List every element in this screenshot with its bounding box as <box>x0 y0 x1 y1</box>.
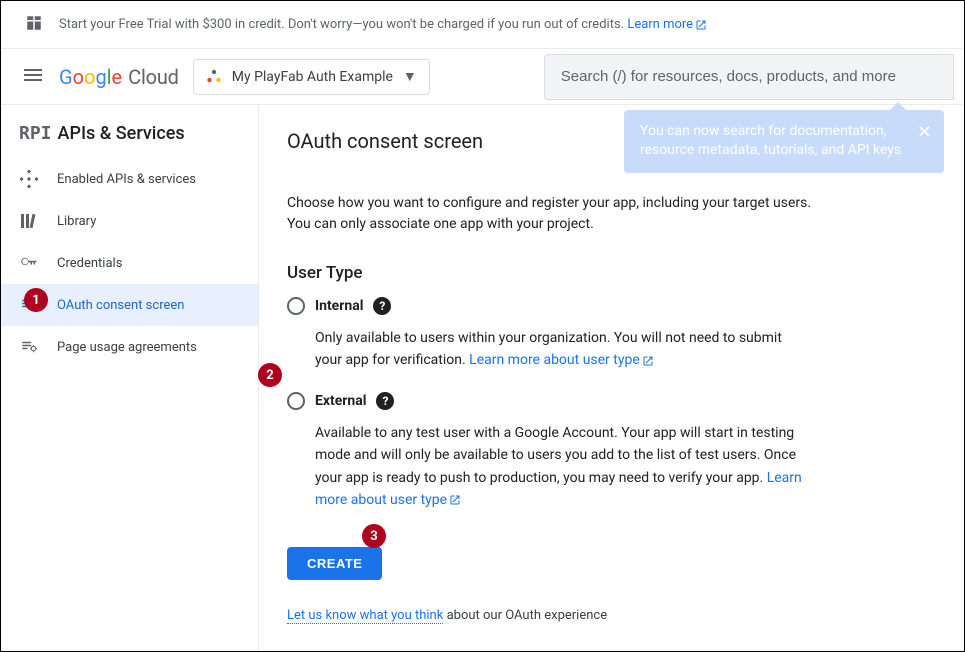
banner-text: Start your Free Trial with $300 in credi… <box>59 17 707 32</box>
library-icon <box>19 212 39 230</box>
feedback-suffix: about our OAuth experience <box>443 608 607 623</box>
radio-internal-label: Internal <box>315 298 363 314</box>
external-desc-text: Available to any test user with a Google… <box>315 425 796 486</box>
feedback-link[interactable]: Let us know what you think <box>287 608 443 624</box>
diamond-dots-icon <box>19 170 39 188</box>
sidebar-item-label: Enabled APIs & services <box>57 172 196 187</box>
create-button[interactable]: CREATE <box>287 547 382 580</box>
project-name: My PlayFab Auth Example <box>232 69 393 85</box>
sidebar-item-page-usage[interactable]: Page usage agreements <box>1 326 258 368</box>
internal-learn-more-link[interactable]: Learn more about user type <box>469 352 654 368</box>
sidebar-item-label: OAuth consent screen <box>57 298 184 313</box>
list-gear-icon <box>19 338 39 356</box>
help-icon[interactable]: ? <box>376 392 394 410</box>
search-hint-callout: You can now search for documentation, re… <box>624 110 944 173</box>
sidebar-item-library[interactable]: Library <box>1 200 258 242</box>
search-hint-text: You can now search for documentation, re… <box>640 123 901 159</box>
sidebar-item-label: Credentials <box>57 256 122 271</box>
sidebar-item-label: Page usage agreements <box>57 340 197 355</box>
user-type-heading: User Type <box>287 263 936 283</box>
sidebar-item-credentials[interactable]: Credentials <box>1 242 258 284</box>
free-trial-banner: Start your Free Trial with $300 in credi… <box>1 1 964 49</box>
sidebar-title-text: APIs & Services <box>58 123 185 144</box>
internal-description: Only available to users within your orga… <box>287 315 807 392</box>
key-icon <box>19 254 39 272</box>
sidebar: RPI APIs & Services Enabled APIs & servi… <box>1 105 259 651</box>
radio-external-label: External <box>315 393 366 409</box>
api-icon: RPI <box>19 123 52 144</box>
annotation-badge-3: 3 <box>362 524 386 548</box>
external-description: Available to any test user with a Google… <box>287 410 807 532</box>
feedback-line: Let us know what you think about our OAu… <box>287 608 936 623</box>
annotation-badge-1: 1 <box>24 288 48 312</box>
close-icon[interactable]: ✕ <box>917 120 932 145</box>
hamburger-menu-icon[interactable] <box>21 63 45 91</box>
user-type-external-row: External ? <box>287 392 936 410</box>
logo-cloud-text: Cloud <box>128 65 179 89</box>
sidebar-title[interactable]: RPI APIs & Services <box>1 109 258 158</box>
radio-internal[interactable] <box>287 297 305 315</box>
search-input[interactable] <box>544 54 954 100</box>
intro-text: Choose how you want to configure and reg… <box>287 193 827 235</box>
annotation-badge-2: 2 <box>258 363 282 387</box>
main-content: OAuth consent screen Choose how you want… <box>259 105 964 651</box>
radio-external[interactable] <box>287 392 305 410</box>
app-header: Google Cloud My PlayFab Auth Example ▼ Y… <box>1 49 964 105</box>
banner-learn-more-link[interactable]: Learn more <box>627 17 707 32</box>
banner-message: Start your Free Trial with $300 in credi… <box>59 17 627 32</box>
caret-down-icon: ▼ <box>403 68 417 85</box>
google-cloud-logo[interactable]: Google Cloud <box>59 65 179 89</box>
project-icon <box>206 69 222 85</box>
project-selector[interactable]: My PlayFab Auth Example ▼ <box>193 59 430 95</box>
sidebar-item-enabled-apis[interactable]: Enabled APIs & services <box>1 158 258 200</box>
gift-icon <box>25 14 43 36</box>
sidebar-item-label: Library <box>57 214 96 229</box>
user-type-internal-row: Internal ? <box>287 297 936 315</box>
help-icon[interactable]: ? <box>373 297 391 315</box>
